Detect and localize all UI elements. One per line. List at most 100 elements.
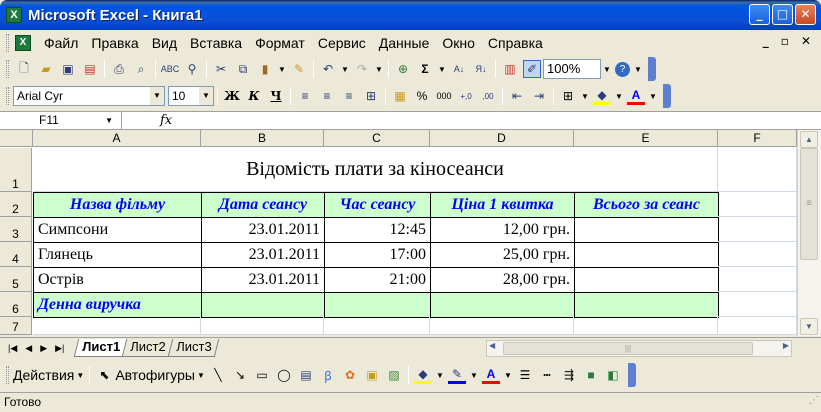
resize-grip-icon[interactable]: ⋰ (809, 392, 819, 410)
merge-center-icon[interactable]: ⊞ (362, 87, 380, 105)
sheet-tab-2[interactable]: Лист2 (122, 339, 175, 357)
menu-format[interactable]: Формат (255, 35, 305, 51)
clip-art-icon[interactable]: ▣ (363, 366, 381, 384)
header-cell-total[interactable]: Всього за сеанс (574, 192, 719, 218)
row-header-6[interactable]: 6 (0, 292, 32, 317)
line-color-icon[interactable]: ✎ (448, 366, 466, 384)
spelling-icon[interactable]: ABC (161, 60, 180, 78)
borders-dropdown-icon[interactable]: ▼ (579, 86, 591, 106)
total-cell[interactable] (201, 292, 325, 318)
help-icon[interactable]: ? (615, 61, 630, 77)
maximize-button[interactable]: □ (772, 4, 793, 25)
autoshapes-dropdown-icon[interactable]: ▼ (195, 365, 207, 385)
column-header-b[interactable]: B (201, 130, 324, 147)
column-header-a[interactable]: A (33, 130, 201, 147)
total-cell[interactable] (430, 292, 575, 318)
table-cell[interactable]: 23.01.2011 (201, 217, 325, 243)
italic-button[interactable]: К (245, 87, 263, 105)
row-header-4[interactable]: 4 (0, 242, 32, 267)
column-header-c[interactable]: C (324, 130, 430, 147)
table-cell[interactable]: 21:00 (324, 267, 431, 293)
line-color-dropdown-icon[interactable]: ▼ (468, 365, 480, 385)
font-name-select[interactable]: Arial Cyr ▼ (13, 86, 165, 106)
column-header-d[interactable]: D (430, 130, 574, 147)
dash-style-icon[interactable]: ┅ (538, 366, 556, 384)
cell-f7[interactable] (718, 317, 797, 335)
undo-dropdown-icon[interactable]: ▼ (339, 59, 351, 79)
hyperlink-icon[interactable]: ⊕ (394, 60, 412, 78)
permission-icon[interactable]: ▤ (81, 60, 99, 78)
zoom-dropdown-icon[interactable]: ▼ (601, 59, 613, 79)
table-cell[interactable]: 23.01.2011 (201, 267, 325, 293)
font-color-icon[interactable]: A (627, 87, 645, 105)
menu-insert[interactable]: Вставка (190, 35, 242, 51)
arrow-style-icon[interactable]: ⇶ (560, 366, 578, 384)
toolbar-options-icon[interactable] (663, 84, 671, 108)
fill-color-dropdown-icon[interactable]: ▼ (434, 365, 446, 385)
3d-style-icon[interactable]: ◧ (604, 366, 622, 384)
excel-icon[interactable]: X (6, 7, 22, 23)
menu-window[interactable]: Окно (442, 35, 475, 51)
table-cell[interactable]: 12,00 грн. (430, 217, 575, 243)
table-cell[interactable]: Глянець (33, 242, 202, 268)
table-cell[interactable]: Симпсони (33, 217, 202, 243)
cut-icon[interactable]: ✂ (212, 60, 230, 78)
table-cell[interactable]: 23.01.2011 (201, 242, 325, 268)
sheet-tab-3[interactable]: Лист3 (167, 339, 220, 357)
workbook-icon[interactable]: X (15, 35, 31, 51)
format-painter-icon[interactable]: ✎ (290, 60, 308, 78)
table-cell[interactable] (574, 217, 719, 243)
font-color-dropdown-icon[interactable]: ▼ (647, 86, 659, 106)
header-cell-price[interactable]: Ціна 1 квитка (430, 192, 575, 218)
text-box-icon[interactable]: ▤ (297, 366, 315, 384)
print-preview-icon[interactable]: ⌕ (132, 60, 150, 78)
cell-f1[interactable] (718, 148, 797, 192)
select-objects-icon[interactable]: ⬉ (95, 366, 113, 384)
font-color-dropdown-icon[interactable]: ▼ (502, 365, 514, 385)
workbook-close-button[interactable]: ✕ (801, 34, 811, 48)
menu-file[interactable]: Файл (44, 35, 78, 51)
total-label-cell[interactable]: Денна виручка (33, 292, 202, 318)
column-header-f[interactable]: F (718, 130, 797, 147)
cell-f3[interactable] (718, 217, 797, 242)
decrease-indent-icon[interactable]: ⇤ (508, 87, 526, 105)
vertical-scroll-thumb[interactable]: ≡ (800, 148, 818, 260)
horizontal-scrollbar[interactable]: ◀ ||| ▶ (486, 340, 792, 357)
prev-sheet-icon[interactable]: ◀ (25, 343, 32, 354)
chevron-down-icon[interactable]: ▼ (105, 112, 113, 129)
increase-decimal-icon[interactable]: +,0 (457, 87, 475, 105)
diagram-icon[interactable]: ✿ (341, 366, 359, 384)
vertical-scrollbar[interactable]: ▲ ≡ ▼ (797, 130, 821, 336)
last-sheet-icon[interactable]: ▶| (55, 343, 64, 354)
increase-indent-icon[interactable]: ⇥ (530, 87, 548, 105)
workbook-restore-button[interactable]: ▫ (781, 34, 789, 48)
cell-f6[interactable] (718, 292, 797, 317)
cell-f4[interactable] (718, 242, 797, 267)
row-header-7[interactable]: 7 (0, 317, 32, 335)
column-header-e[interactable]: E (574, 130, 718, 147)
paste-icon[interactable]: ▮ (256, 60, 274, 78)
zoom-select[interactable]: 100% (543, 59, 601, 79)
decrease-decimal-icon[interactable]: ,00 (479, 87, 497, 105)
actions-menu[interactable]: Действия (13, 367, 74, 383)
scroll-down-icon[interactable]: ▼ (800, 318, 818, 335)
chevron-down-icon[interactable]: ▼ (199, 87, 213, 105)
header-cell-film[interactable]: Назва фільму (33, 192, 202, 218)
toolbar-grip[interactable] (6, 87, 9, 105)
cell-d7[interactable] (430, 317, 574, 335)
drawing-icon[interactable]: ✐ (523, 60, 541, 78)
save-icon[interactable]: ▣ (59, 60, 77, 78)
scroll-left-icon[interactable]: ◀ (489, 341, 495, 350)
row-header-1[interactable]: 1 (0, 148, 32, 192)
redo-icon[interactable]: ↷ (353, 60, 371, 78)
redo-dropdown-icon[interactable]: ▼ (373, 59, 385, 79)
fill-color-icon[interactable]: ◆ (593, 87, 611, 105)
toolbar-grip[interactable] (6, 34, 9, 52)
help-dropdown-icon[interactable]: ▼ (632, 59, 644, 79)
thousands-button[interactable]: 000 (435, 87, 453, 105)
menu-edit[interactable]: Правка (91, 35, 138, 51)
name-box[interactable]: F11 ▼ (2, 112, 122, 129)
chevron-down-icon[interactable]: ▼ (150, 87, 164, 105)
menu-tools[interactable]: Сервис (318, 35, 366, 51)
table-cell[interactable]: Острів (33, 267, 202, 293)
